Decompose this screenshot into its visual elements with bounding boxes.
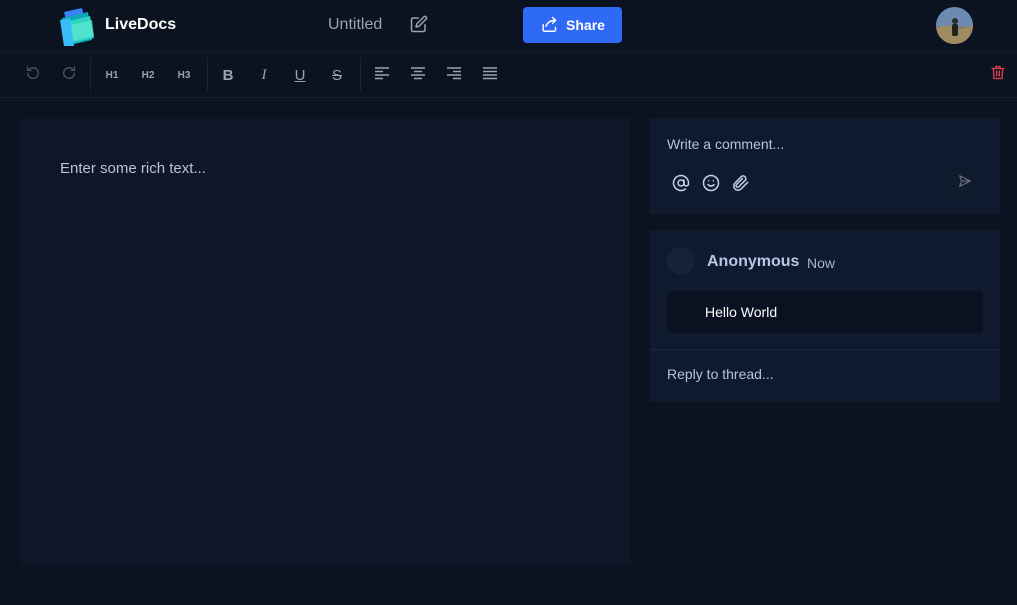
align-left-icon (374, 66, 390, 85)
editor-placeholder: Enter some rich text... (60, 160, 206, 177)
document-title[interactable]: Untitled (328, 16, 382, 34)
heading-3-button[interactable]: H3 (172, 63, 196, 87)
comment-time: Now (807, 255, 836, 271)
send-comment-button[interactable] (952, 170, 978, 196)
align-center-icon (410, 66, 426, 85)
delete-button[interactable] (986, 63, 1010, 87)
heading-1-button[interactable]: H1 (100, 63, 124, 87)
comment-thread: Anonymous Now Hello World Reply to threa… (650, 230, 1000, 402)
app-header: LiveDocs Untitled Share (0, 0, 1017, 52)
send-icon (958, 174, 972, 193)
edit-icon[interactable] (410, 15, 428, 33)
editor-toolbar: H1 H2 H3 B I U S (0, 52, 1017, 98)
share-button[interactable]: Share (523, 7, 622, 43)
comment-author: Anonymous (707, 253, 800, 270)
redo-button[interactable] (57, 63, 81, 87)
trash-icon (990, 64, 1006, 86)
underline-button[interactable]: U (288, 63, 312, 87)
rich-text-editor[interactable]: Enter some rich text... (20, 118, 630, 565)
comment-composer: Write a comment... (650, 118, 1000, 214)
comment-body: Hello World (667, 291, 983, 333)
mention-icon[interactable] (672, 174, 690, 192)
bold-button[interactable]: B (216, 63, 240, 87)
toolbar-divider (90, 58, 91, 92)
toolbar-divider (360, 58, 361, 92)
logo-icon (58, 6, 96, 48)
share-label: Share (566, 17, 605, 33)
thread-divider (650, 349, 1000, 350)
undo-button[interactable] (21, 63, 45, 87)
comment-input[interactable]: Write a comment... (667, 136, 784, 152)
align-right-button[interactable] (442, 63, 466, 87)
align-justify-button[interactable] (478, 63, 502, 87)
redo-icon (61, 65, 77, 86)
strikethrough-button[interactable]: S (325, 63, 349, 87)
italic-button[interactable]: I (252, 63, 276, 87)
share-icon (540, 16, 558, 35)
align-justify-icon (482, 66, 498, 85)
align-right-icon (446, 66, 462, 85)
reply-input[interactable]: Reply to thread... (667, 366, 774, 382)
heading-2-button[interactable]: H2 (136, 63, 160, 87)
app-name: LiveDocs (105, 16, 177, 33)
toolbar-divider (207, 58, 208, 92)
attach-icon[interactable] (732, 174, 750, 192)
align-center-button[interactable] (406, 63, 430, 87)
align-left-button[interactable] (370, 63, 394, 87)
commenter-avatar (667, 247, 695, 275)
undo-icon (25, 65, 41, 86)
emoji-icon[interactable] (702, 174, 720, 192)
comment-text: Hello World (705, 304, 778, 320)
user-avatar[interactable] (936, 7, 973, 44)
